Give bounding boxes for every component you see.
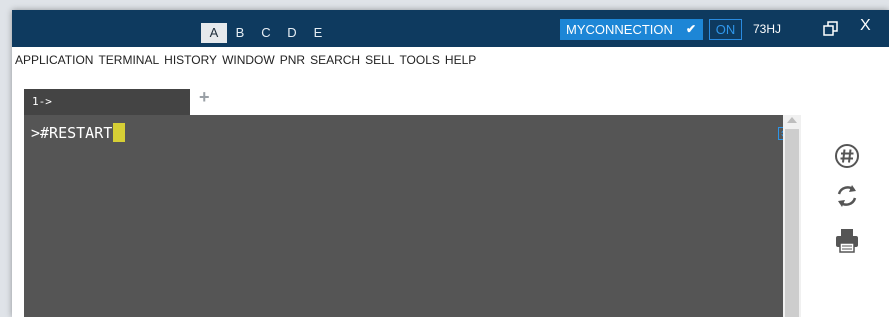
menu-terminal[interactable]: TERMINAL [98,53,159,67]
area-tab-a[interactable]: A [201,23,227,43]
menu-help[interactable]: HELP [445,53,476,67]
restore-window-icon[interactable] [823,21,839,37]
hash-icon[interactable] [832,141,862,171]
menu-search[interactable]: SEARCH [310,53,360,67]
add-tab-icon[interactable]: + [199,87,210,108]
user-id: 73HJ [753,22,782,36]
terminal-screen[interactable]: > #RESTART [24,115,789,317]
terminal-tab[interactable]: 1-> [24,89,190,115]
menu-bar: APPLICATION TERMINAL HISTORY WINDOW PNR … [12,47,889,73]
command-text: #RESTART [40,123,113,142]
connection-on-toggle[interactable]: ON [709,19,742,40]
menu-window[interactable]: WINDOW [222,53,275,67]
area-tab-d[interactable]: D [279,23,305,43]
connection-label: MYCONNECTION [566,22,673,37]
menu-pnr[interactable]: PNR [280,53,305,67]
title-bar: A B C D E MYCONNECTION ✔ ON 73HJ X [12,10,889,47]
chevron-down-icon: ✔ [685,22,696,36]
area-tab-c[interactable]: C [253,23,279,43]
text-cursor [113,123,126,142]
close-icon[interactable]: X [860,17,871,35]
menu-tools[interactable]: TOOLS [399,53,439,67]
refresh-icon[interactable] [832,181,862,211]
print-icon[interactable] [832,225,862,255]
menu-history[interactable]: HISTORY [164,53,217,67]
area-tab-b[interactable]: B [227,23,253,43]
terminal-scrollbar[interactable] [783,115,801,317]
menu-sell[interactable]: SELL [365,53,394,67]
work-area-tabs: A B C D E [201,23,331,43]
connection-dropdown[interactable]: MYCONNECTION ✔ [560,19,703,40]
scroll-up-arrow-icon[interactable] [787,117,797,123]
command-line: > #RESTART [31,123,126,142]
prompt-symbol: > [31,123,41,142]
terminal-tab-strip: 1-> + [12,73,889,115]
area-tab-e[interactable]: E [305,23,331,43]
scroll-track[interactable] [785,129,799,317]
menu-application[interactable]: APPLICATION [15,53,93,67]
app-window: A B C D E MYCONNECTION ✔ ON 73HJ X APPLI… [12,10,889,317]
